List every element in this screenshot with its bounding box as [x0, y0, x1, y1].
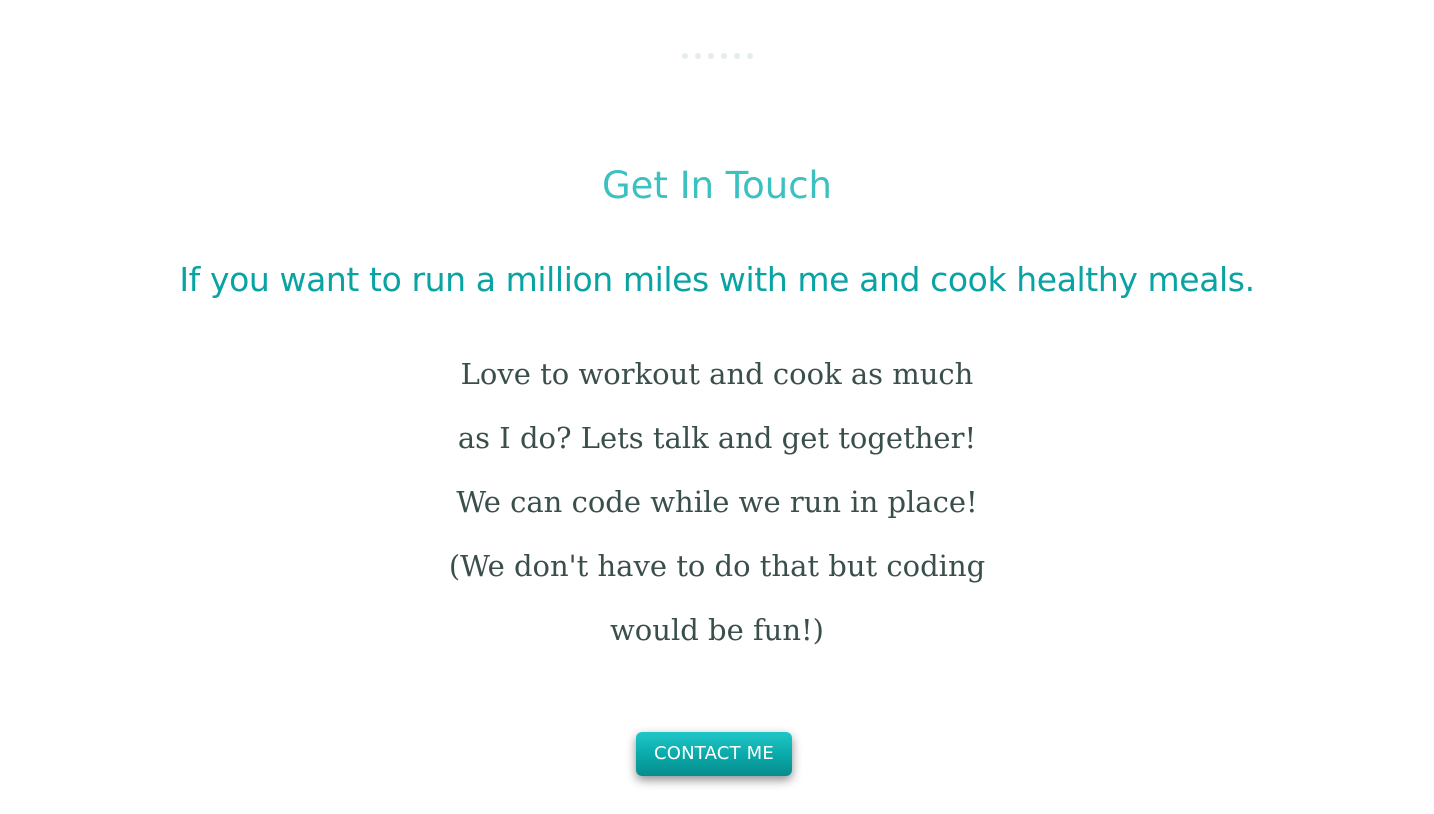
section-subtitle: If you want to run a million miles with …	[179, 260, 1255, 299]
section-title: Get In Touch	[601, 164, 833, 207]
loading-dots-icon	[0, 53, 1434, 59]
body-line: as I do? Lets talk and get together!	[457, 421, 977, 455]
body-line: (We don't have to do that but coding	[448, 549, 986, 583]
contact-me-button[interactable]: CONTACT ME	[636, 732, 792, 776]
section-body: Love to workout and cook as much as I do…	[0, 342, 1434, 662]
dot	[694, 53, 701, 59]
dot	[681, 53, 688, 59]
dot	[746, 53, 753, 59]
dot	[733, 53, 740, 59]
dot	[707, 53, 714, 59]
body-line: would be fun!)	[609, 613, 825, 647]
dot	[720, 53, 727, 59]
contact-section: Get In Touch If you want to run a millio…	[0, 0, 1434, 814]
body-line: We can code while we run in place!	[456, 485, 978, 519]
body-line: Love to workout and cook as much	[460, 357, 974, 391]
